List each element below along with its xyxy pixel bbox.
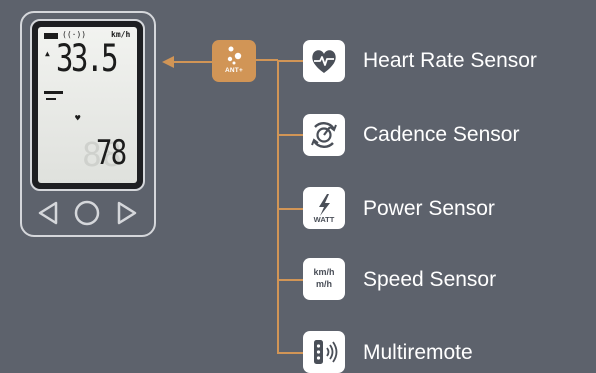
power-icon: WATT — [303, 187, 345, 229]
left-arrow-button[interactable] — [38, 201, 58, 225]
trend-up-icon: ▲ — [45, 49, 50, 58]
heart-icon: ♥ — [75, 114, 81, 124]
right-arrow-button[interactable] — [117, 201, 137, 225]
ant-plus-badge: ANT+ — [212, 40, 256, 82]
arrow-to-device — [162, 56, 216, 68]
sensor-label-heart-rate: Heart Rate Sensor — [363, 49, 537, 72]
heart-rate-icon — [303, 40, 345, 82]
branch-cadence — [277, 134, 303, 136]
cadence-icon — [303, 114, 345, 156]
ant-logo-icon — [227, 46, 242, 65]
badge-connector — [256, 59, 278, 61]
power-icon-text: WATT — [313, 215, 335, 224]
sensor-label-power: Power Sensor — [363, 197, 495, 220]
branch-heart-rate — [277, 60, 303, 62]
branch-multiremote — [277, 352, 303, 354]
ant-plus-label: ANT+ — [225, 67, 243, 74]
screen-bezel: ((·)) km/h ▲ 33.5 ♥ 88 78 — [30, 19, 145, 191]
tree-trunk — [277, 60, 279, 354]
lcd-bar — [44, 91, 63, 94]
speed-readout: 33.5 — [56, 37, 118, 80]
speed-icon: km/h m/h — [303, 258, 345, 300]
sensor-label-speed: Speed Sensor — [363, 268, 497, 291]
device-buttons — [22, 198, 153, 228]
lcd-screen: ((·)) km/h ▲ 33.5 ♥ 88 78 — [38, 27, 137, 183]
sensor-label-multiremote: Multiremote — [363, 341, 473, 364]
branch-speed — [277, 279, 303, 281]
speed-icon-text-bottom: m/h — [315, 279, 332, 289]
bike-computer: ((·)) km/h ▲ 33.5 ♥ 88 78 — [20, 11, 156, 237]
lcd-bar-small — [46, 98, 56, 100]
center-button[interactable] — [74, 200, 100, 226]
branch-power — [277, 208, 303, 210]
speed-icon-text-top: km/h — [313, 267, 335, 277]
sensor-label-cadence: Cadence Sensor — [363, 123, 520, 146]
heart-rate-readout: 78 — [96, 133, 127, 173]
